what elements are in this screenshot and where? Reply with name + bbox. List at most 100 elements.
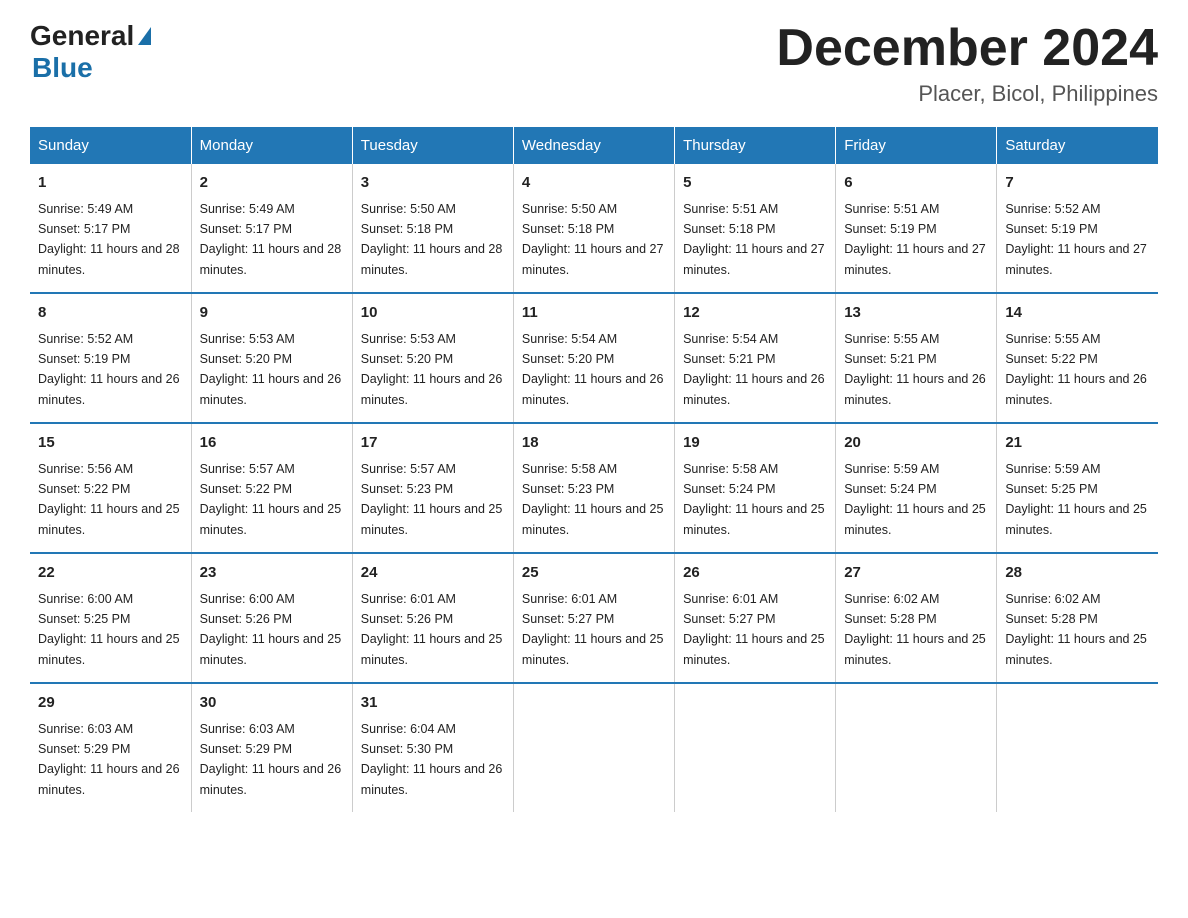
- day-number: 5: [683, 172, 827, 195]
- day-number: 13: [844, 302, 988, 325]
- day-info: Sunrise: 5:52 AMSunset: 5:19 PMDaylight:…: [1005, 202, 1147, 277]
- day-info: Sunrise: 5:54 AMSunset: 5:21 PMDaylight:…: [683, 332, 825, 407]
- calendar-week-row: 29 Sunrise: 6:03 AMSunset: 5:29 PMDaylig…: [30, 683, 1158, 812]
- day-number: 4: [522, 172, 666, 195]
- calendar-cell: 8 Sunrise: 5:52 AMSunset: 5:19 PMDayligh…: [30, 293, 191, 423]
- day-number: 16: [200, 432, 344, 455]
- day-info: Sunrise: 5:59 AMSunset: 5:24 PMDaylight:…: [844, 462, 986, 537]
- calendar-week-row: 1 Sunrise: 5:49 AMSunset: 5:17 PMDayligh…: [30, 164, 1158, 293]
- calendar-cell: 20 Sunrise: 5:59 AMSunset: 5:24 PMDaylig…: [836, 423, 997, 553]
- calendar-cell: 3 Sunrise: 5:50 AMSunset: 5:18 PMDayligh…: [352, 164, 513, 293]
- header-cell-saturday: Saturday: [997, 127, 1158, 164]
- day-info: Sunrise: 5:50 AMSunset: 5:18 PMDaylight:…: [522, 202, 664, 277]
- logo: General Blue: [30, 20, 151, 84]
- day-number: 18: [522, 432, 666, 455]
- day-number: 29: [38, 692, 183, 715]
- day-info: Sunrise: 6:04 AMSunset: 5:30 PMDaylight:…: [361, 722, 503, 797]
- logo-blue: Blue: [32, 52, 93, 83]
- calendar-cell: 29 Sunrise: 6:03 AMSunset: 5:29 PMDaylig…: [30, 683, 191, 812]
- calendar-cell: 14 Sunrise: 5:55 AMSunset: 5:22 PMDaylig…: [997, 293, 1158, 423]
- calendar-header-row: SundayMondayTuesdayWednesdayThursdayFrid…: [30, 127, 1158, 164]
- day-info: Sunrise: 5:56 AMSunset: 5:22 PMDaylight:…: [38, 462, 180, 537]
- day-info: Sunrise: 6:03 AMSunset: 5:29 PMDaylight:…: [200, 722, 342, 797]
- month-title: December 2024: [776, 20, 1158, 77]
- day-number: 17: [361, 432, 505, 455]
- day-info: Sunrise: 5:51 AMSunset: 5:19 PMDaylight:…: [844, 202, 986, 277]
- calendar-table: SundayMondayTuesdayWednesdayThursdayFrid…: [30, 127, 1158, 812]
- calendar-cell: 17 Sunrise: 5:57 AMSunset: 5:23 PMDaylig…: [352, 423, 513, 553]
- calendar-cell: 25 Sunrise: 6:01 AMSunset: 5:27 PMDaylig…: [513, 553, 674, 683]
- header-cell-thursday: Thursday: [675, 127, 836, 164]
- calendar-week-row: 8 Sunrise: 5:52 AMSunset: 5:19 PMDayligh…: [30, 293, 1158, 423]
- day-info: Sunrise: 5:54 AMSunset: 5:20 PMDaylight:…: [522, 332, 664, 407]
- calendar-cell: [513, 683, 674, 812]
- calendar-week-row: 22 Sunrise: 6:00 AMSunset: 5:25 PMDaylig…: [30, 553, 1158, 683]
- day-info: Sunrise: 6:01 AMSunset: 5:26 PMDaylight:…: [361, 592, 503, 667]
- day-info: Sunrise: 6:00 AMSunset: 5:26 PMDaylight:…: [200, 592, 342, 667]
- day-info: Sunrise: 5:57 AMSunset: 5:23 PMDaylight:…: [361, 462, 503, 537]
- day-info: Sunrise: 5:57 AMSunset: 5:22 PMDaylight:…: [200, 462, 342, 537]
- title-area: December 2024 Placer, Bicol, Philippines: [776, 20, 1158, 107]
- day-info: Sunrise: 5:51 AMSunset: 5:18 PMDaylight:…: [683, 202, 825, 277]
- calendar-cell: 2 Sunrise: 5:49 AMSunset: 5:17 PMDayligh…: [191, 164, 352, 293]
- day-info: Sunrise: 6:00 AMSunset: 5:25 PMDaylight:…: [38, 592, 180, 667]
- calendar-cell: 5 Sunrise: 5:51 AMSunset: 5:18 PMDayligh…: [675, 164, 836, 293]
- day-number: 6: [844, 172, 988, 195]
- calendar-cell: 7 Sunrise: 5:52 AMSunset: 5:19 PMDayligh…: [997, 164, 1158, 293]
- day-number: 21: [1005, 432, 1150, 455]
- calendar-cell: 22 Sunrise: 6:00 AMSunset: 5:25 PMDaylig…: [30, 553, 191, 683]
- day-number: 28: [1005, 562, 1150, 585]
- calendar-cell: 12 Sunrise: 5:54 AMSunset: 5:21 PMDaylig…: [675, 293, 836, 423]
- day-number: 31: [361, 692, 505, 715]
- day-info: Sunrise: 5:58 AMSunset: 5:23 PMDaylight:…: [522, 462, 664, 537]
- day-info: Sunrise: 5:53 AMSunset: 5:20 PMDaylight:…: [200, 332, 342, 407]
- day-number: 9: [200, 302, 344, 325]
- day-info: Sunrise: 5:59 AMSunset: 5:25 PMDaylight:…: [1005, 462, 1147, 537]
- header-cell-monday: Monday: [191, 127, 352, 164]
- calendar-cell: 1 Sunrise: 5:49 AMSunset: 5:17 PMDayligh…: [30, 164, 191, 293]
- calendar-cell: 6 Sunrise: 5:51 AMSunset: 5:19 PMDayligh…: [836, 164, 997, 293]
- header: General Blue December 2024 Placer, Bicol…: [30, 20, 1158, 107]
- day-number: 12: [683, 302, 827, 325]
- day-info: Sunrise: 5:49 AMSunset: 5:17 PMDaylight:…: [200, 202, 342, 277]
- day-info: Sunrise: 6:03 AMSunset: 5:29 PMDaylight:…: [38, 722, 180, 797]
- calendar-cell: 4 Sunrise: 5:50 AMSunset: 5:18 PMDayligh…: [513, 164, 674, 293]
- day-info: Sunrise: 5:50 AMSunset: 5:18 PMDaylight:…: [361, 202, 503, 277]
- day-info: Sunrise: 5:55 AMSunset: 5:21 PMDaylight:…: [844, 332, 986, 407]
- header-cell-friday: Friday: [836, 127, 997, 164]
- day-number: 10: [361, 302, 505, 325]
- logo-general: General: [30, 20, 134, 52]
- day-info: Sunrise: 5:53 AMSunset: 5:20 PMDaylight:…: [361, 332, 503, 407]
- day-info: Sunrise: 5:55 AMSunset: 5:22 PMDaylight:…: [1005, 332, 1147, 407]
- day-number: 30: [200, 692, 344, 715]
- day-number: 3: [361, 172, 505, 195]
- calendar-week-row: 15 Sunrise: 5:56 AMSunset: 5:22 PMDaylig…: [30, 423, 1158, 553]
- calendar-cell: [836, 683, 997, 812]
- day-info: Sunrise: 6:02 AMSunset: 5:28 PMDaylight:…: [844, 592, 986, 667]
- day-info: Sunrise: 5:49 AMSunset: 5:17 PMDaylight:…: [38, 202, 180, 277]
- day-number: 23: [200, 562, 344, 585]
- calendar-cell: 19 Sunrise: 5:58 AMSunset: 5:24 PMDaylig…: [675, 423, 836, 553]
- day-number: 19: [683, 432, 827, 455]
- day-info: Sunrise: 5:52 AMSunset: 5:19 PMDaylight:…: [38, 332, 180, 407]
- calendar-cell: [675, 683, 836, 812]
- day-number: 27: [844, 562, 988, 585]
- day-number: 25: [522, 562, 666, 585]
- calendar-cell: [997, 683, 1158, 812]
- calendar-cell: 31 Sunrise: 6:04 AMSunset: 5:30 PMDaylig…: [352, 683, 513, 812]
- day-info: Sunrise: 5:58 AMSunset: 5:24 PMDaylight:…: [683, 462, 825, 537]
- header-cell-tuesday: Tuesday: [352, 127, 513, 164]
- calendar-cell: 10 Sunrise: 5:53 AMSunset: 5:20 PMDaylig…: [352, 293, 513, 423]
- header-cell-sunday: Sunday: [30, 127, 191, 164]
- calendar-cell: 11 Sunrise: 5:54 AMSunset: 5:20 PMDaylig…: [513, 293, 674, 423]
- day-info: Sunrise: 6:02 AMSunset: 5:28 PMDaylight:…: [1005, 592, 1147, 667]
- day-number: 8: [38, 302, 183, 325]
- day-number: 24: [361, 562, 505, 585]
- day-number: 22: [38, 562, 183, 585]
- day-number: 1: [38, 172, 183, 195]
- day-number: 2: [200, 172, 344, 195]
- day-info: Sunrise: 6:01 AMSunset: 5:27 PMDaylight:…: [683, 592, 825, 667]
- calendar-cell: 21 Sunrise: 5:59 AMSunset: 5:25 PMDaylig…: [997, 423, 1158, 553]
- day-number: 26: [683, 562, 827, 585]
- header-cell-wednesday: Wednesday: [513, 127, 674, 164]
